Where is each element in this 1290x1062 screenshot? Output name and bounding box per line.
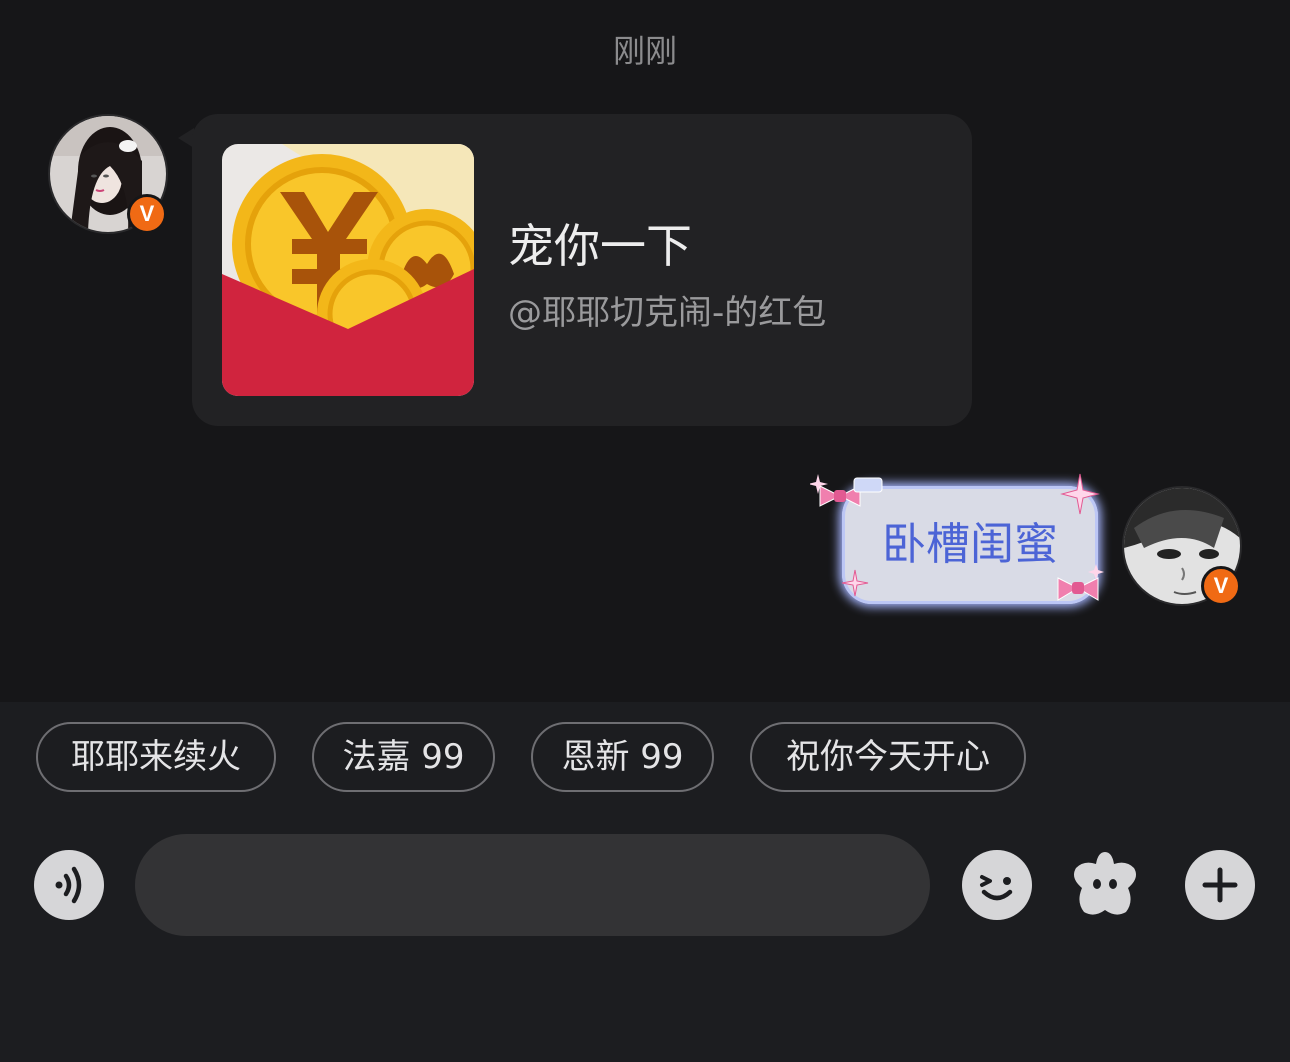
bow-decoration-icon bbox=[810, 474, 883, 507]
more-button[interactable] bbox=[1185, 850, 1255, 920]
wink-emoji-icon bbox=[980, 875, 1013, 901]
small-sparkle-icon bbox=[841, 569, 869, 597]
star-sticker-icon bbox=[1074, 852, 1136, 915]
bow-decoration-icon-2 bbox=[1057, 564, 1104, 601]
plus-icon bbox=[1202, 867, 1238, 903]
quick-reply-4[interactable]: 祝你今天开心 bbox=[750, 722, 1026, 792]
voice-wave-icon bbox=[55, 866, 82, 904]
quick-reply-1[interactable]: 耶耶来续火 bbox=[36, 722, 276, 792]
red-packet-icon[interactable] bbox=[222, 144, 474, 396]
voice-button[interactable] bbox=[34, 850, 104, 920]
message-timestamp: 刚刚 bbox=[612, 32, 677, 70]
emoji-button[interactable] bbox=[962, 850, 1032, 920]
quick-reply-2[interactable]: 法嘉 99 bbox=[312, 722, 495, 792]
self-verified-badge: V bbox=[1201, 566, 1241, 606]
red-packet-subtitle: @耶耶切克闹-的红包 bbox=[508, 293, 827, 333]
message-input[interactable] bbox=[135, 834, 930, 936]
sticker-button[interactable] bbox=[1068, 848, 1142, 920]
quick-reply-3[interactable]: 恩新 99 bbox=[531, 722, 714, 792]
verified-badge: V bbox=[127, 194, 167, 234]
sparkle-icon bbox=[1060, 473, 1100, 515]
red-packet-title: 宠你一下 bbox=[508, 219, 692, 273]
